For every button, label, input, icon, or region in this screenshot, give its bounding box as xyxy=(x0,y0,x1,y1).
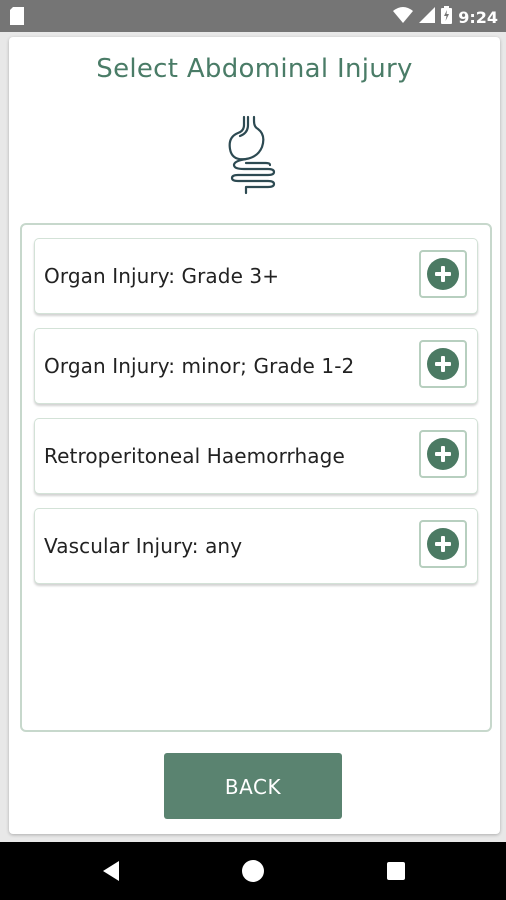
status-icons: 9:24 xyxy=(393,6,498,29)
sd-card-icon xyxy=(10,7,24,30)
injury-label: Vascular Injury: any xyxy=(44,534,243,558)
injury-label: Organ Injury: Grade 3+ xyxy=(44,264,280,288)
status-time: 9:24 xyxy=(458,8,498,27)
plus-circle-icon xyxy=(427,258,459,290)
nav-recents-icon[interactable] xyxy=(387,862,405,880)
plus-circle-icon xyxy=(427,438,459,470)
status-bar: 9:24 xyxy=(0,0,506,32)
injury-list: Organ Injury: Grade 3+ Organ Injury: min… xyxy=(20,223,492,732)
plus-circle-icon xyxy=(427,528,459,560)
page-title: Select Abdominal Injury xyxy=(96,54,413,84)
list-item[interactable]: Organ Injury: minor; Grade 1-2 xyxy=(34,328,478,404)
back-button[interactable]: BACK xyxy=(164,753,342,819)
add-button[interactable] xyxy=(419,430,467,478)
injury-selection-card: Select Abdominal Injury Organ Injury: Gr… xyxy=(9,37,500,834)
signal-icon xyxy=(419,7,436,28)
wifi-icon xyxy=(393,7,414,28)
nav-back-icon[interactable] xyxy=(101,860,121,887)
nav-home-icon[interactable] xyxy=(242,860,264,882)
add-button[interactable] xyxy=(419,340,467,388)
add-button[interactable] xyxy=(419,250,467,298)
list-item[interactable]: Retroperitoneal Haemorrhage xyxy=(34,418,478,494)
stomach-icon xyxy=(222,113,288,200)
injury-label: Retroperitoneal Haemorrhage xyxy=(44,444,345,468)
injury-label: Organ Injury: minor; Grade 1-2 xyxy=(44,354,355,378)
battery-charging-icon xyxy=(441,6,453,29)
plus-circle-icon xyxy=(427,348,459,380)
list-item[interactable]: Vascular Injury: any xyxy=(34,508,478,584)
list-item[interactable]: Organ Injury: Grade 3+ xyxy=(34,238,478,314)
navigation-bar xyxy=(0,842,506,900)
add-button[interactable] xyxy=(419,520,467,568)
